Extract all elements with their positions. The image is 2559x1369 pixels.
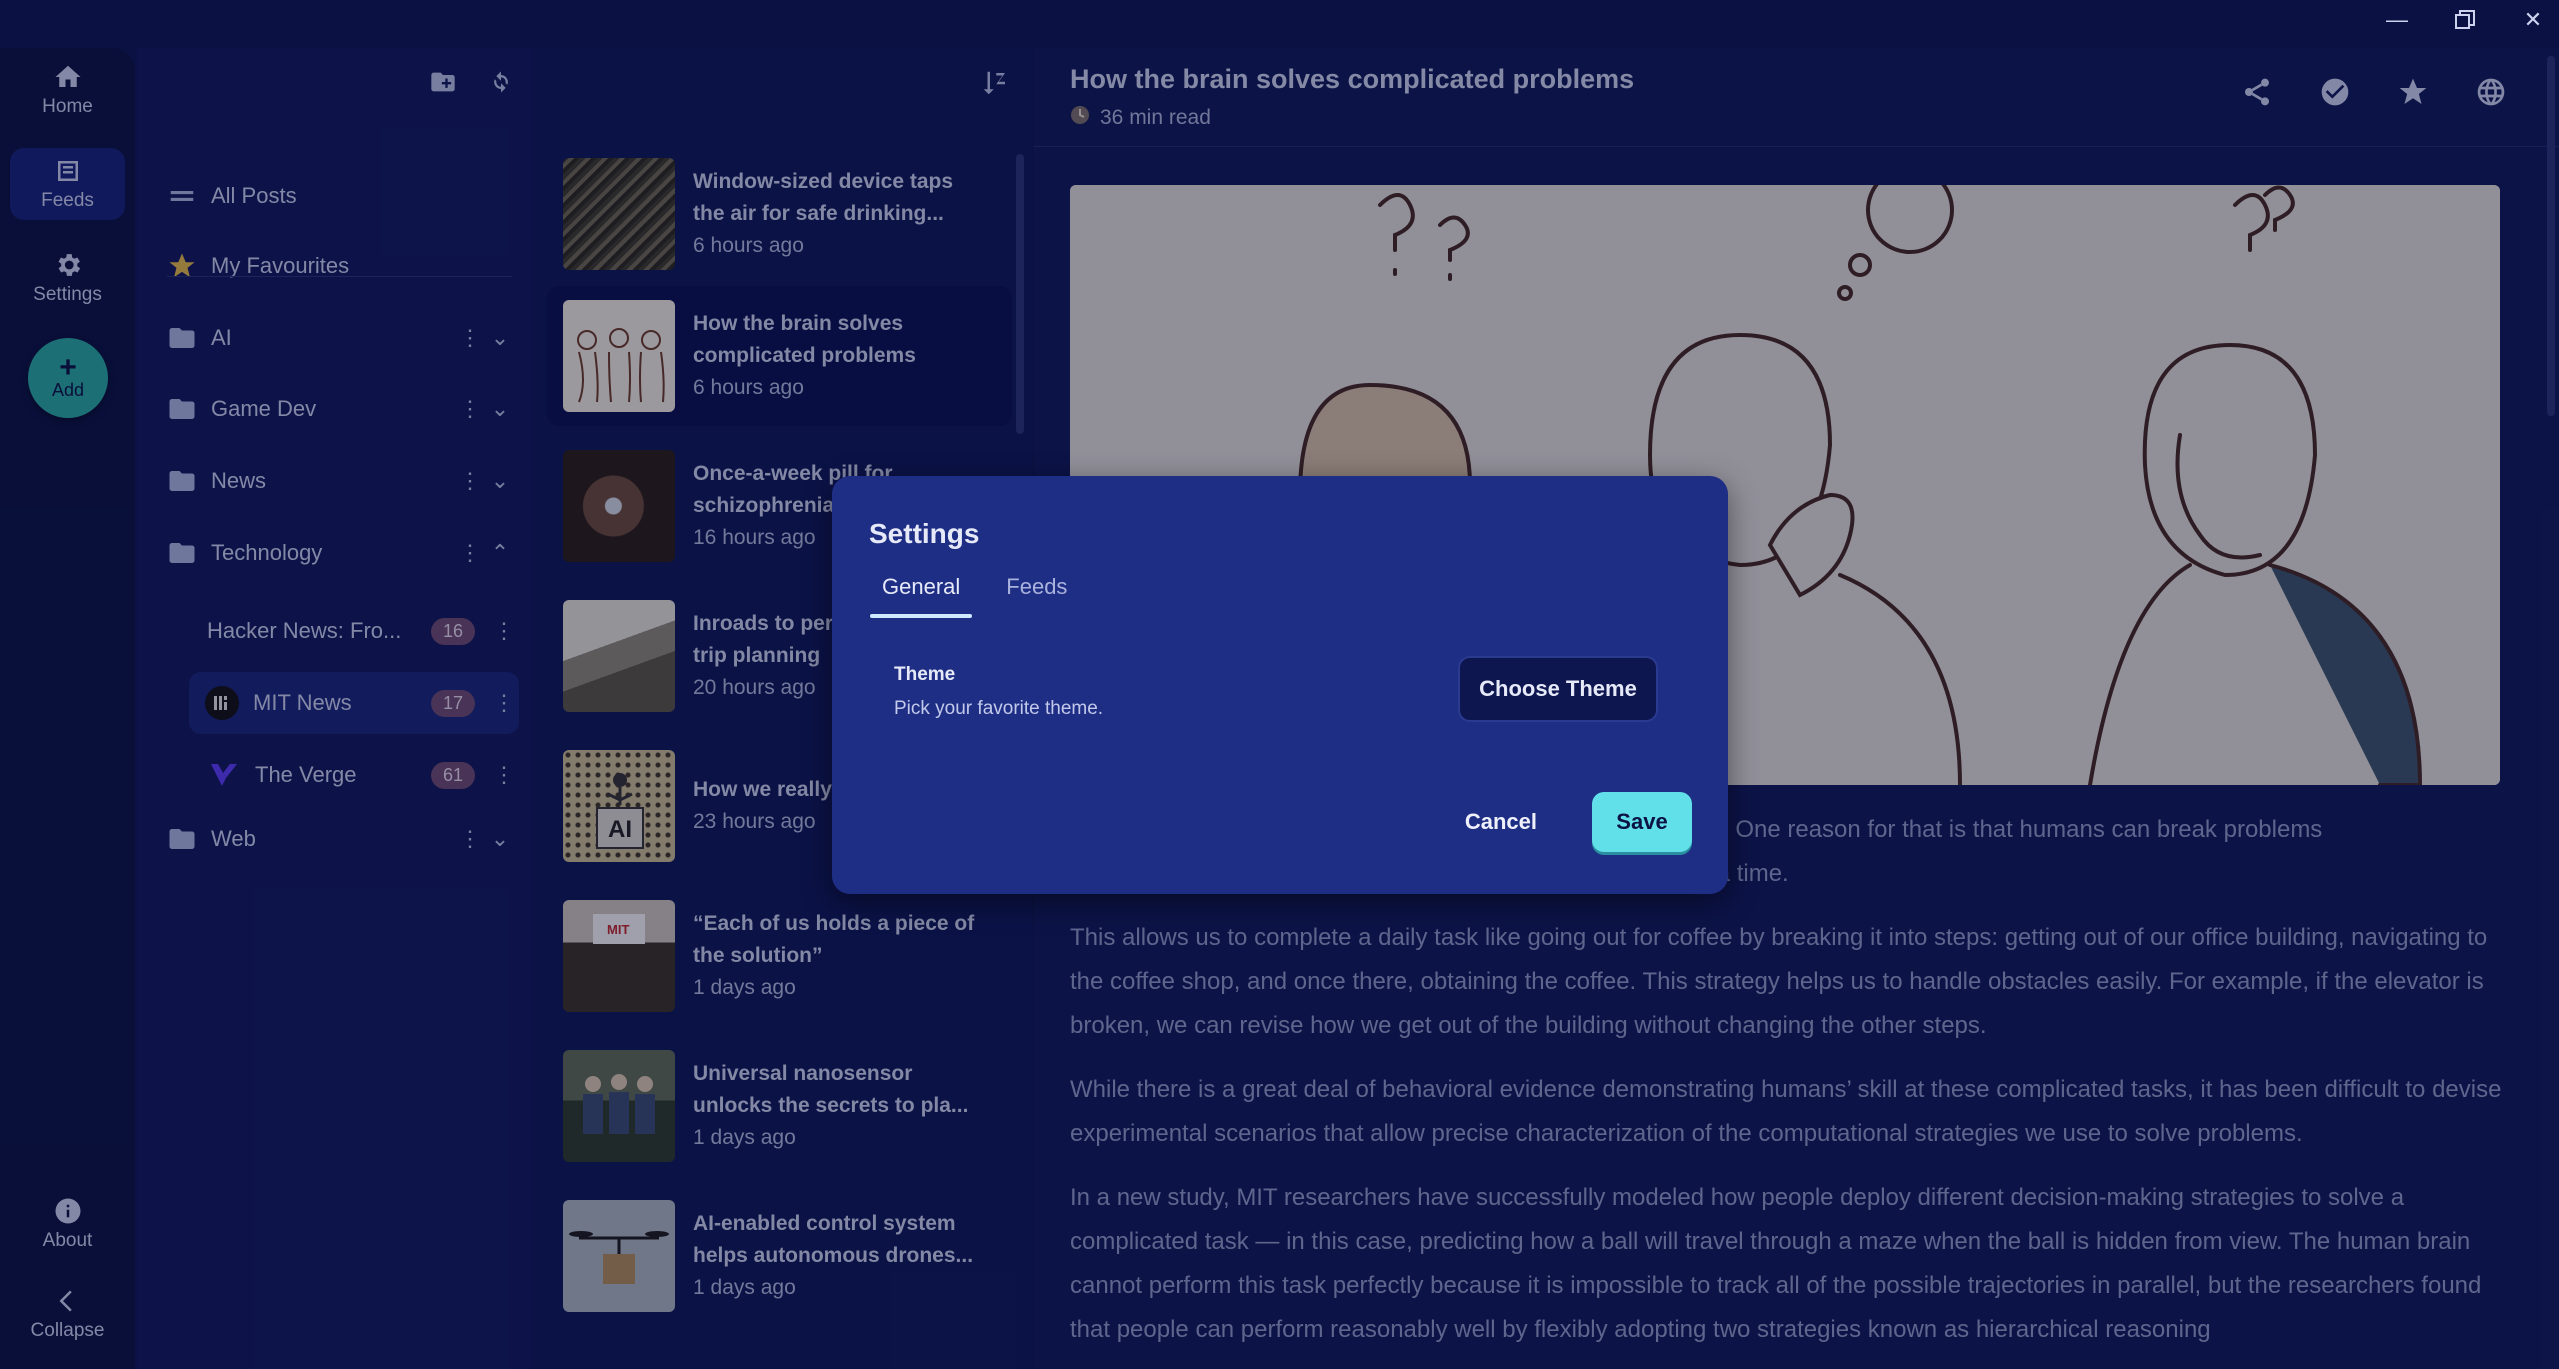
- window-controls: — ✕: [2385, 0, 2559, 40]
- minimize-icon[interactable]: —: [2385, 7, 2409, 32]
- close-icon[interactable]: ✕: [2521, 7, 2545, 32]
- choose-theme-button[interactable]: Choose Theme: [1458, 656, 1658, 722]
- theme-setting-label: Theme: [894, 664, 956, 685]
- save-button[interactable]: Save: [1592, 792, 1692, 852]
- cancel-button[interactable]: Cancel: [1449, 794, 1553, 850]
- dialog-tabs: General Feeds: [869, 574, 1067, 618]
- tab-general[interactable]: General: [869, 574, 973, 618]
- dialog-title: Settings: [869, 518, 980, 549]
- settings-dialog: Settings General Feeds Theme Pick your f…: [832, 476, 1728, 894]
- restore-icon[interactable]: [2453, 8, 2477, 32]
- tab-feeds[interactable]: Feeds: [1006, 574, 1067, 618]
- theme-setting-description: Pick your favorite theme.: [894, 698, 1104, 719]
